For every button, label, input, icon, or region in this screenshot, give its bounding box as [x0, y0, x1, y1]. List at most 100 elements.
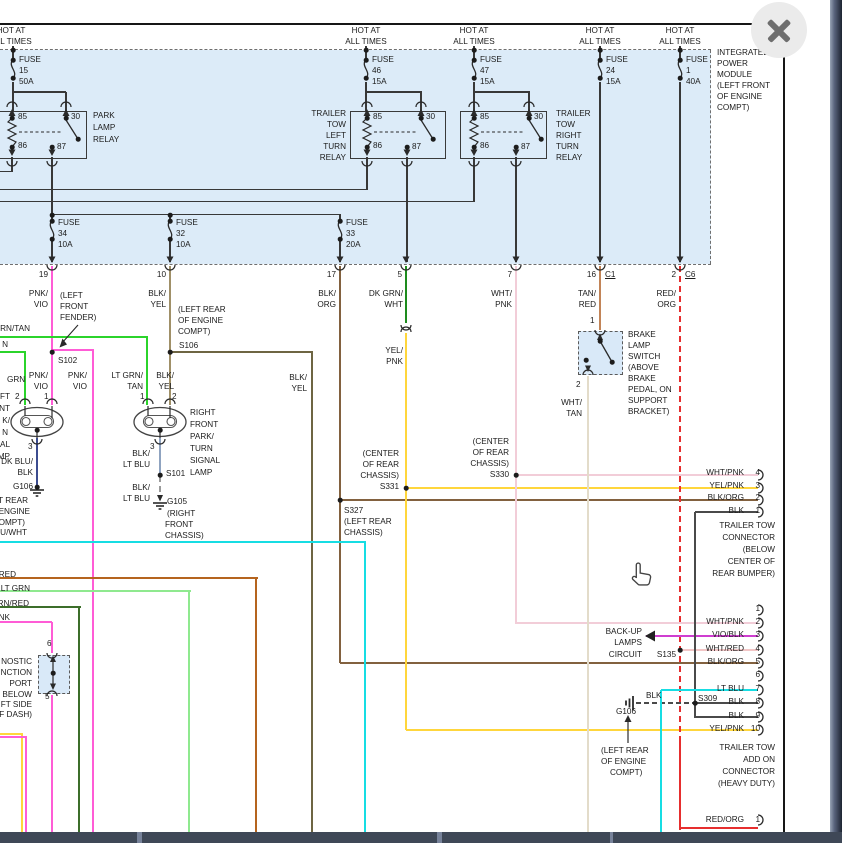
- diagram-label: ORG: [317, 300, 336, 311]
- diagram-label: CIRCUIT: [609, 650, 642, 661]
- diagram-label: PEDAL, ON: [628, 385, 672, 396]
- diagram-label: YEL: [151, 300, 166, 311]
- diagram-label: U/WHT: [0, 528, 27, 539]
- diagram-label: BLK/: [318, 289, 336, 300]
- diagram-label: PORT: [9, 679, 32, 690]
- diagram-label: NT: [0, 404, 10, 415]
- bottom-band-divider: [610, 832, 613, 843]
- diagram-label: CONNECTOR: [722, 533, 775, 544]
- diagram-label: 87: [57, 142, 66, 153]
- diagram-label: AL: [0, 440, 10, 451]
- diagram-label: 3: [28, 442, 33, 453]
- page-border-top: [0, 23, 786, 25]
- diagram-label: 32: [176, 229, 185, 240]
- diagram-label: BLK: [729, 506, 744, 517]
- diagram-label: WHT/: [491, 289, 512, 300]
- diagram-label: BLK/: [132, 483, 150, 494]
- diagram-label: T REAR: [0, 496, 28, 507]
- diagram-label: 1: [686, 66, 691, 77]
- diagram-label: S327: [344, 506, 363, 517]
- diagram-label: ORG: [657, 300, 676, 311]
- diagram-label: MODULE: [717, 70, 752, 81]
- diagram-label: (ABOVE: [628, 363, 659, 374]
- diagram-label: COMPT): [610, 768, 642, 779]
- diagram-label: 5: [45, 692, 50, 703]
- diagram-label: CHASSIS): [360, 471, 399, 482]
- diagram-label: 16: [587, 270, 596, 281]
- diagram-label: OF ENGINE: [601, 757, 646, 768]
- diagram-label: VIO/BLK: [712, 630, 744, 641]
- diagram-label: 2: [755, 617, 760, 628]
- diagram-label: ALL TIMES: [345, 37, 386, 48]
- diagram-label: ALL TIMES: [453, 37, 494, 48]
- diagram-label: PNK/: [29, 371, 48, 382]
- diagram-label: RN/RED: [0, 599, 29, 610]
- diagram-label: LT GRN: [1, 584, 30, 595]
- diagram-label: 2: [576, 380, 581, 391]
- window-edge-right: [830, 0, 842, 843]
- diagram-label: FRONT: [190, 420, 218, 431]
- diagram-label: 1: [140, 392, 145, 403]
- diagram-label: COMPT): [717, 103, 749, 114]
- diagram-label: LAMPS: [614, 638, 642, 649]
- diagram-label: RED: [0, 570, 16, 581]
- diagram-label: HOT AT: [352, 26, 381, 37]
- diagram-label: RIGHT: [190, 408, 215, 419]
- diagram-label: 2: [671, 270, 676, 281]
- diagram-label: VIO: [34, 300, 48, 311]
- diagram-label: FUSE: [372, 55, 394, 66]
- diagram-label: ALL TIMES: [0, 37, 32, 48]
- diagram-label: BLK/ORG: [708, 657, 744, 668]
- diagram-label: BRAKE: [628, 374, 656, 385]
- diagram-label: ADD ON: [743, 755, 775, 766]
- diagram-label: TRAILER TOW: [719, 743, 775, 754]
- diagram-label: (LEFT REAR: [344, 517, 392, 528]
- diagram-label: G106: [616, 707, 636, 718]
- diagram-label: REAR BUMPER): [712, 569, 775, 580]
- diagram-label: 34: [58, 229, 67, 240]
- diagram-label: OF REAR: [363, 460, 399, 471]
- bottom-band-divider: [437, 832, 442, 843]
- diagram-label: LT BLU: [123, 460, 150, 471]
- diagram-label: LAMP: [190, 468, 212, 479]
- diagram-label: 47: [480, 66, 489, 77]
- diagram-label: HOT AT: [0, 26, 25, 37]
- diagram-label: 86: [373, 141, 382, 152]
- diagram-label: RELAY: [320, 153, 346, 164]
- diagram-label: DK BLU/: [1, 457, 33, 468]
- diagram-label: ENGINE: [0, 507, 30, 518]
- diagram-label: BRAKE: [628, 330, 656, 341]
- diagram-label: 7: [755, 684, 760, 695]
- diagram-label: NCTION: [1, 668, 32, 679]
- diagram-label: G105: [167, 497, 187, 508]
- diagram-label: 2: [755, 493, 760, 504]
- diagram-label: 15A: [480, 77, 495, 88]
- diagram-label: YEL/: [385, 346, 403, 357]
- diagram-label: OF REAR: [473, 448, 509, 459]
- diagram-label: LAMP: [93, 123, 115, 134]
- diagram-label: LT GRN/: [111, 371, 143, 382]
- diagram-label: 86: [18, 141, 27, 152]
- diagram-label: TRAILER TOW: [719, 521, 775, 532]
- bottom-band-divider: [137, 832, 142, 843]
- diagram-label: CENTER OF: [728, 557, 775, 568]
- diagram-label: 7: [507, 270, 512, 281]
- diagram-label: BLK/: [132, 449, 150, 460]
- diagram-label: 4: [755, 644, 760, 655]
- diagram-label: 1: [590, 316, 595, 327]
- close-button[interactable]: [751, 2, 807, 58]
- diagram-label: SUPPORT: [628, 396, 667, 407]
- diagram-label: (CENTER: [363, 449, 399, 460]
- diagram-label: G106: [13, 482, 33, 493]
- diagram-label: SIGNAL: [190, 456, 220, 467]
- diagram-label: 24: [606, 66, 615, 77]
- diagram-label: VIO: [73, 382, 87, 393]
- diagram-label: 3: [755, 630, 760, 641]
- diagram-label: 10A: [176, 240, 191, 251]
- diagram-label: 85: [480, 112, 489, 123]
- diagram-label: DK GRN/: [369, 289, 403, 300]
- diagram-label: TAN/: [578, 289, 596, 300]
- wiring-diagram-viewer: HOT ATALL TIMESHOT ATALL TIMESHOT ATALL …: [0, 0, 842, 843]
- diagram-label: TURN: [556, 142, 579, 153]
- diagram-label: S331: [380, 482, 399, 493]
